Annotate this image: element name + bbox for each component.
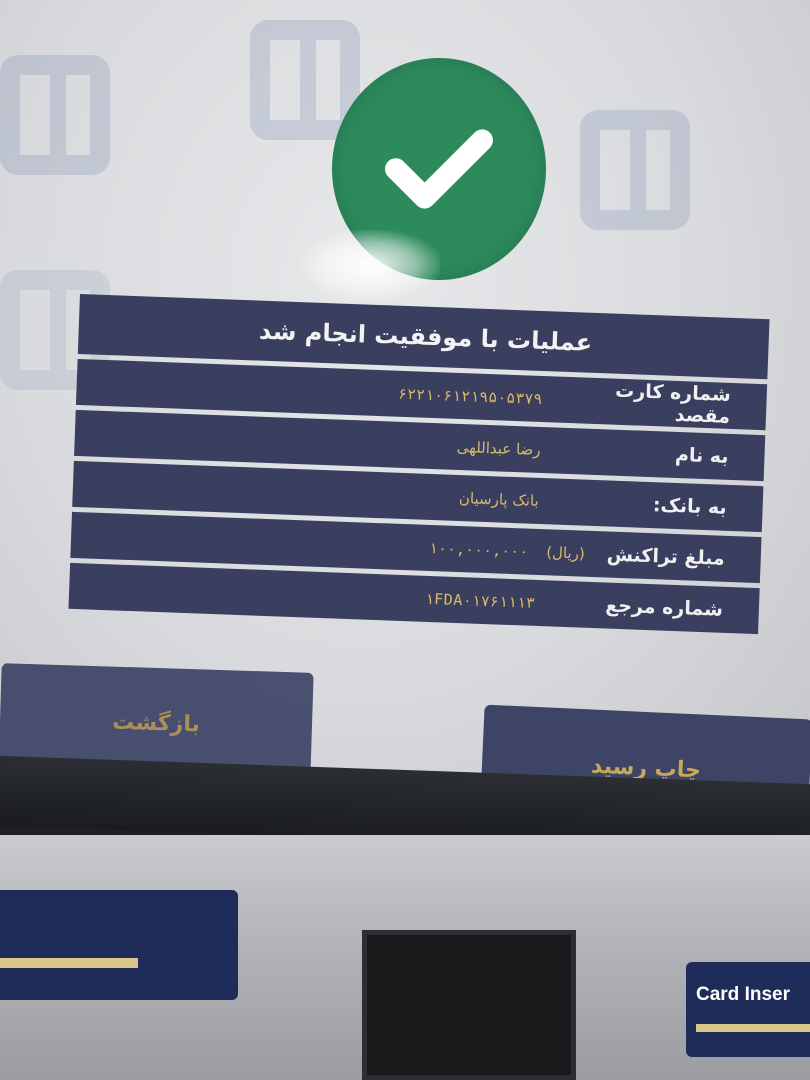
destination-bank: بانک پارسیان xyxy=(458,489,540,510)
transaction-amount-label: مبلغ تراکنش xyxy=(606,543,726,570)
receipt-slot xyxy=(362,930,576,1080)
transaction-amount: ۱۰۰,۰۰۰,۰۰۰ xyxy=(428,538,529,561)
destination-card-number: ۶۲۲۱۰۶۱۲۱۹۵۰۵۳۷۹ xyxy=(397,384,543,409)
amount-unit: (ریال) xyxy=(545,543,586,563)
left-slot-panel xyxy=(0,890,238,1000)
screen-glare xyxy=(300,230,440,300)
checkmark-icon xyxy=(385,129,493,209)
reference-number: ۱FDA۰۱۷۶۱۱۱۳ xyxy=(424,589,536,612)
recipient-name-label: به نام xyxy=(674,443,729,468)
card-insert-panel[interactable]: Card Inser xyxy=(686,962,810,1057)
card-insert-label: Card Inser xyxy=(696,984,790,1005)
transaction-summary-panel: عملیات با موفقیت انجام شد ۶۲۲۱۰۶۱۲۱۹۵۰۵۳… xyxy=(68,294,770,639)
destination-card-label: شماره کارت مقصد xyxy=(614,379,732,428)
recipient-name: رضا عبداللهی xyxy=(456,437,541,459)
reference-number-label: شماره مرجع xyxy=(604,594,724,621)
left-slot-indicator xyxy=(0,958,138,968)
card-slot-indicator xyxy=(696,1024,810,1032)
bank-logo-watermark xyxy=(580,110,690,230)
destination-bank-label: به بانک: xyxy=(652,494,728,519)
bank-logo-watermark xyxy=(0,55,110,175)
success-title: عملیات با موفقیت انجام شد xyxy=(258,316,593,357)
atm-screen: عملیات با موفقیت انجام شد ۶۲۲۱۰۶۱۲۱۹۵۰۵۳… xyxy=(0,0,810,800)
